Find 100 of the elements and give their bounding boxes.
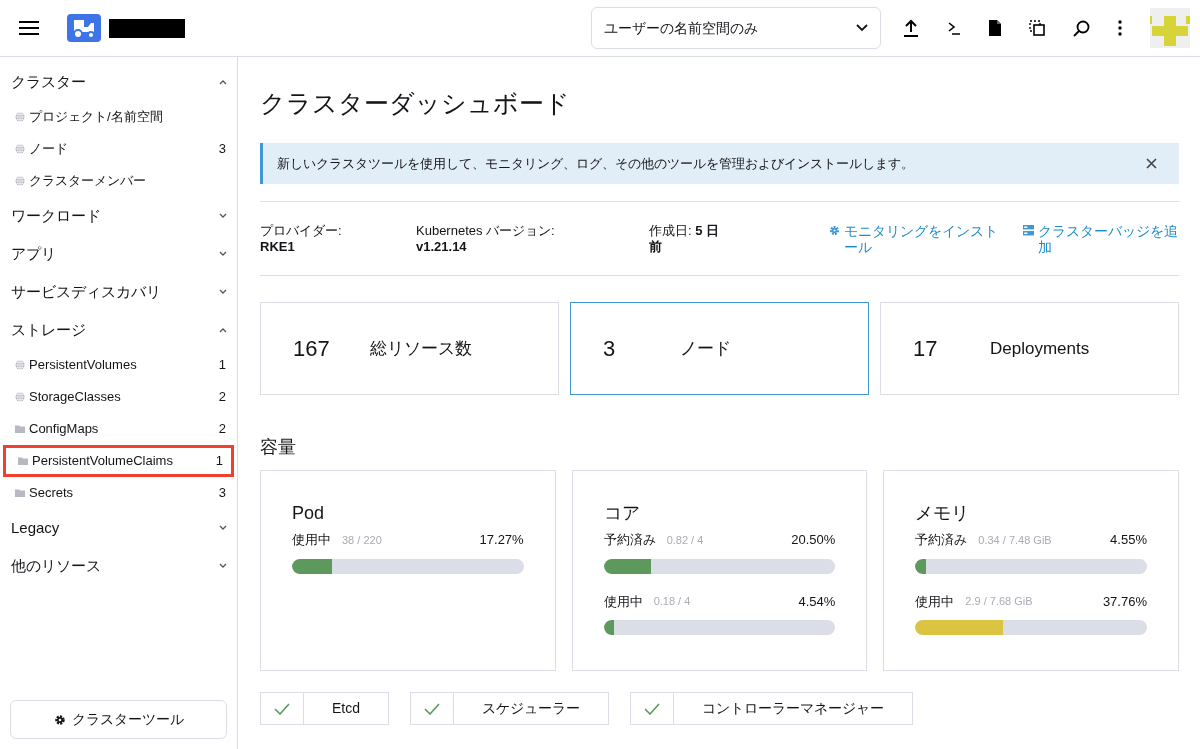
chevron-down-icon	[856, 24, 868, 32]
globe-icon	[15, 112, 25, 122]
checkmark-icon	[424, 702, 440, 715]
item-count: 2	[218, 388, 226, 407]
sidebar-item-label: プロジェクト/名前空間	[29, 108, 164, 127]
action-link[interactable]: クラスターバッジを追加	[1038, 222, 1179, 255]
component-label: コントローラーマネージャー	[701, 699, 885, 718]
meter-percent: 37.76%	[1102, 592, 1147, 611]
chevron-down-icon	[219, 289, 227, 295]
sidebar-item-label: クラスターメンバー	[29, 172, 147, 191]
chevron-up-icon	[219, 327, 227, 333]
menu-icon[interactable]	[19, 20, 39, 36]
sidebar-item-label: PersistentVolumes	[29, 356, 138, 375]
globe-icon	[15, 392, 25, 402]
gear-icon	[829, 224, 840, 236]
sidebar-item[interactable]: ConfigMaps 2	[0, 413, 237, 445]
sidebar-item-label: Secrets	[29, 484, 75, 503]
meter-percent: 20.50%	[791, 531, 836, 549]
meter-percent: 4.55%	[1110, 531, 1147, 549]
meter-detail: 38 / 220	[342, 532, 382, 548]
banner-text: 新しいクラスタツールを使用して、モニタリング、ログ、その他のツールを管理およびインストールします。	[277, 154, 914, 173]
chevron-down-icon	[219, 525, 227, 531]
more-vertical-icon[interactable]	[1118, 20, 1122, 36]
sidebar-item[interactable]: プロジェクト/名前空間	[0, 101, 237, 133]
chevron-up-icon	[219, 79, 227, 85]
section-title: 容量	[260, 436, 297, 459]
meter-detail: 0.82 / 4	[666, 532, 704, 548]
globe-icon	[15, 360, 25, 370]
stat-count: 3	[603, 335, 617, 363]
item-count: 1	[215, 452, 223, 471]
stat-card[interactable]: 17 Deployments	[880, 302, 1179, 395]
meter-label: 予約済み	[603, 531, 656, 549]
component-label: Etcd	[331, 699, 361, 718]
card-title: コア	[603, 502, 641, 524]
page-title: クラスターダッシュボード	[260, 88, 571, 119]
globe-icon	[15, 144, 25, 154]
stacked-bars-icon	[1023, 224, 1034, 236]
close-icon[interactable]	[1146, 158, 1157, 169]
search-icon[interactable]	[1073, 19, 1090, 37]
meter-label: 使用中	[292, 531, 331, 549]
sidebar-item[interactable]: クラスターメンバー	[0, 165, 237, 197]
meter-label: 使用中	[915, 592, 955, 611]
sidebar-group[interactable]: クラスター	[0, 63, 237, 101]
chevron-down-icon	[219, 213, 227, 219]
sidebar-item[interactable]: PersistentVolumeClaims 1	[3, 445, 234, 477]
sidebar-group[interactable]: アプリ	[0, 235, 237, 273]
sidebar-item-label: ConfigMaps	[29, 420, 100, 439]
meter-detail: 2.9 / 7.68 GiB	[965, 594, 1033, 609]
copy-icon[interactable]	[1029, 20, 1045, 36]
sidebar-item[interactable]: PersistentVolumes 1	[0, 349, 237, 381]
folder-icon	[15, 488, 25, 498]
cluster-tools-button[interactable]: クラスターツール	[10, 700, 227, 739]
folder-icon	[15, 424, 25, 434]
sidebar-group[interactable]: 他のリソース	[0, 547, 237, 585]
sidebar-group[interactable]: ストレージ	[0, 311, 237, 349]
stat-label: Deployments	[990, 337, 1090, 360]
sidebar-item[interactable]: ノード 3	[0, 133, 237, 165]
checkmark-icon	[644, 702, 660, 715]
meter-detail: 0.34 / 7.48 GiB	[978, 532, 1052, 548]
globe-icon	[15, 176, 25, 186]
sidebar-item-label: PersistentVolumeClaims	[32, 452, 174, 471]
sidebar-group[interactable]: Legacy	[0, 509, 237, 547]
sidebar-item[interactable]: StorageClasses 2	[0, 381, 237, 413]
info-field: 作成日: 5 日前	[649, 222, 727, 255]
item-count: 3	[218, 140, 226, 159]
checkmark-icon	[274, 702, 290, 715]
stat-count: 167	[293, 335, 331, 363]
stat-count: 17	[913, 335, 939, 363]
info-field: Kubernetes バージョン: v1.21.14	[416, 222, 649, 255]
file-icon[interactable]	[989, 20, 1001, 36]
card-title: Pod	[292, 502, 326, 524]
chevron-down-icon	[219, 251, 227, 257]
stat-card[interactable]: 3 ノード	[570, 302, 869, 395]
namespace-dropdown[interactable]: ユーザーの名前空間のみ	[591, 7, 881, 49]
chevron-down-icon	[219, 563, 227, 569]
meter-label: 予約済み	[915, 531, 968, 549]
meter-label: 使用中	[603, 592, 643, 611]
sidebar-item-label: ノード	[29, 140, 69, 159]
action-link[interactable]: モニタリングをインストール	[844, 222, 1005, 255]
info-field: プロバイダー: RKE1	[260, 222, 416, 255]
item-count: 1	[218, 356, 226, 375]
stat-card[interactable]: 167 総リソース数	[260, 302, 559, 395]
terminal-prompt-icon[interactable]	[947, 21, 961, 35]
sidebar-group[interactable]: サービスディスカバリ	[0, 273, 237, 311]
meter-percent: 17.27%	[479, 531, 524, 549]
meter-percent: 4.54%	[798, 592, 836, 611]
meter-detail: 0.18 / 4	[653, 594, 691, 609]
stat-label: ノード	[680, 337, 731, 360]
component-label: スケジューラー	[481, 699, 581, 718]
card-title: メモリ	[915, 502, 971, 524]
sidebar-item-label: StorageClasses	[29, 388, 122, 407]
stat-label: 総リソース数	[370, 337, 472, 360]
folder-icon	[18, 456, 28, 466]
item-count: 3	[218, 484, 226, 503]
gear-icon	[53, 713, 66, 726]
item-count: 2	[218, 420, 226, 439]
sidebar-item[interactable]: Secrets 3	[0, 477, 237, 509]
tractor-logo-icon	[67, 14, 101, 42]
upload-icon[interactable]	[903, 19, 919, 37]
sidebar-group[interactable]: ワークロード	[0, 197, 237, 235]
